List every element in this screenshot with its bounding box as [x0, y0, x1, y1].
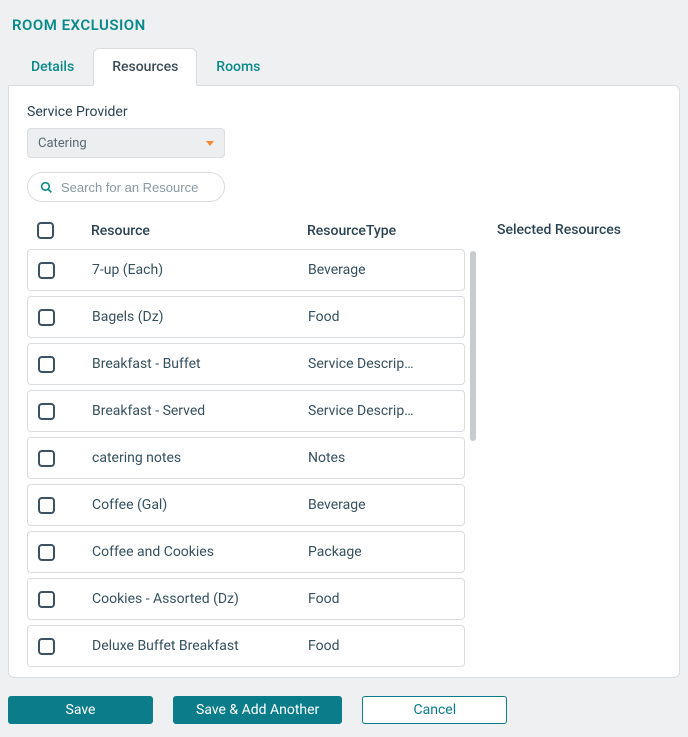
row-checkbox[interactable]: [38, 591, 55, 608]
resource-type: Service Descrip…: [308, 403, 454, 419]
list-body: 7-up (Each) Beverage Bagels (Dz) Food Br…: [27, 249, 465, 669]
row-checkbox[interactable]: [38, 497, 55, 514]
content-row: Resource ResourceType 7-up (Each) Bevera…: [27, 218, 661, 669]
resources-list: Resource ResourceType 7-up (Each) Bevera…: [27, 218, 477, 669]
table-row[interactable]: Coffee and Cookies Package: [27, 531, 465, 573]
service-provider-value: Catering: [38, 136, 87, 151]
row-checkbox[interactable]: [38, 309, 55, 326]
resource-name: Coffee (Gal): [78, 497, 308, 513]
resource-name: Cookies - Assorted (Dz): [78, 591, 308, 607]
resource-type: Beverage: [308, 497, 454, 513]
resource-name: catering notes: [78, 450, 308, 466]
button-row: Save Save & Add Another Cancel: [8, 696, 680, 724]
tabs: Details Resources Rooms: [12, 48, 680, 85]
row-checkbox[interactable]: [38, 403, 55, 420]
search-input[interactable]: [61, 180, 237, 195]
save-add-another-button[interactable]: Save & Add Another: [173, 696, 342, 724]
resource-type: Service Descrip…: [308, 356, 454, 372]
resource-type: Beverage: [308, 262, 454, 278]
search-icon: [40, 181, 53, 194]
resources-panel: Service Provider Catering Resource Resou…: [8, 85, 680, 678]
tab-resources[interactable]: Resources: [93, 48, 197, 86]
table-row[interactable]: 7-up (Each) Beverage: [27, 249, 465, 291]
row-checkbox[interactable]: [38, 638, 55, 655]
table-row[interactable]: Breakfast - Served Service Descrip…: [27, 390, 465, 432]
resource-name: Coffee and Cookies: [78, 544, 308, 560]
chevron-down-icon: [206, 141, 214, 146]
search-container: [27, 172, 225, 202]
list-body-wrap: 7-up (Each) Beverage Bagels (Dz) Food Br…: [27, 249, 477, 669]
row-checkbox[interactable]: [38, 450, 55, 467]
table-row[interactable]: Bagels (Dz) Food: [27, 296, 465, 338]
row-checkbox[interactable]: [38, 356, 55, 373]
selected-resources-title: Selected Resources: [497, 218, 661, 238]
tab-rooms[interactable]: Rooms: [197, 48, 279, 85]
resource-name: Breakfast - Served: [78, 403, 308, 419]
header-type: ResourceType: [307, 223, 467, 239]
table-row[interactable]: Deluxe Buffet Breakfast Food: [27, 625, 465, 667]
resource-type: Notes: [308, 450, 454, 466]
selected-resources-panel: Selected Resources: [497, 218, 661, 669]
table-row[interactable]: catering notes Notes: [27, 437, 465, 479]
resource-type: Food: [308, 309, 454, 325]
resource-name: Breakfast - Buffet: [78, 356, 308, 372]
resource-name: 7-up (Each): [78, 262, 308, 278]
header-resource: Resource: [77, 223, 307, 239]
resource-type: Food: [308, 591, 454, 607]
table-row[interactable]: Breakfast - Buffet Service Descrip…: [27, 343, 465, 385]
cancel-button[interactable]: Cancel: [362, 696, 507, 724]
scrollbar[interactable]: [470, 251, 476, 441]
resource-type: Package: [308, 544, 454, 560]
list-header: Resource ResourceType: [27, 218, 477, 249]
row-checkbox[interactable]: [38, 544, 55, 561]
row-checkbox[interactable]: [38, 262, 55, 279]
resource-type: Food: [308, 638, 454, 654]
save-button[interactable]: Save: [8, 696, 153, 724]
select-all-checkbox[interactable]: [37, 222, 54, 239]
service-provider-label: Service Provider: [27, 104, 661, 120]
table-row[interactable]: Coffee (Gal) Beverage: [27, 484, 465, 526]
table-row[interactable]: Cookies - Assorted (Dz) Food: [27, 578, 465, 620]
tab-details[interactable]: Details: [12, 48, 93, 85]
page-title: ROOM EXCLUSION: [8, 8, 680, 48]
resource-name: Deluxe Buffet Breakfast: [78, 638, 308, 654]
resource-name: Bagels (Dz): [78, 309, 308, 325]
service-provider-select[interactable]: Catering: [27, 128, 225, 158]
